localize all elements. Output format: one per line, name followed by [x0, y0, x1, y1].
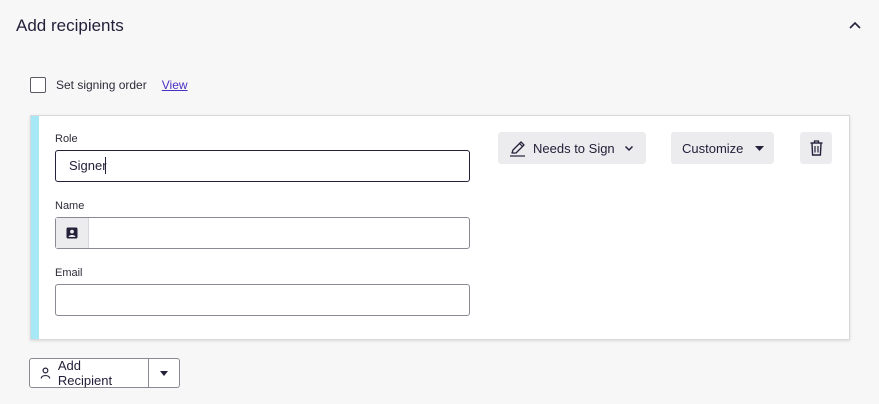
chevron-up-icon — [849, 21, 861, 29]
section-title: Add recipients — [16, 16, 124, 35]
add-recipient-menu-button[interactable] — [149, 358, 180, 388]
contacts-button[interactable] — [56, 218, 89, 248]
pen-icon — [510, 140, 525, 157]
chevron-down-icon — [624, 145, 633, 151]
role-label: Role — [55, 133, 78, 145]
name-input[interactable] — [55, 217, 470, 249]
signing-order-row: Set signing order View — [30, 76, 188, 94]
signing-order-checkbox[interactable] — [30, 77, 46, 93]
signing-order-label: Set signing order — [56, 78, 147, 92]
recipient-accent-bar — [31, 116, 39, 339]
trash-icon — [810, 140, 822, 156]
add-recipient-button[interactable]: Add Recipient — [29, 358, 149, 388]
recipient-card: Role Signer Name Email Needs to Sign Cus… — [30, 115, 850, 340]
contact-card-icon — [66, 227, 78, 239]
customize-dropdown[interactable]: Customize — [671, 132, 774, 164]
person-icon — [40, 367, 51, 379]
name-label: Name — [55, 200, 85, 212]
text-cursor — [105, 157, 106, 174]
caret-down-icon — [160, 370, 168, 376]
delete-recipient-button[interactable] — [800, 132, 832, 164]
collapse-button[interactable] — [846, 16, 864, 34]
add-recipient-group: Add Recipient — [29, 358, 180, 388]
action-dropdown[interactable]: Needs to Sign — [498, 132, 646, 164]
customize-label: Customize — [682, 140, 744, 156]
role-input[interactable]: Signer — [55, 150, 470, 182]
add-recipient-label: Add Recipient — [57, 358, 113, 388]
email-input[interactable] — [55, 284, 470, 316]
view-link[interactable]: View — [162, 78, 188, 92]
caret-down-icon — [755, 145, 765, 151]
role-input-value: Signer — [69, 158, 107, 173]
email-label: Email — [55, 267, 83, 279]
action-label: Needs to Sign — [533, 140, 615, 156]
